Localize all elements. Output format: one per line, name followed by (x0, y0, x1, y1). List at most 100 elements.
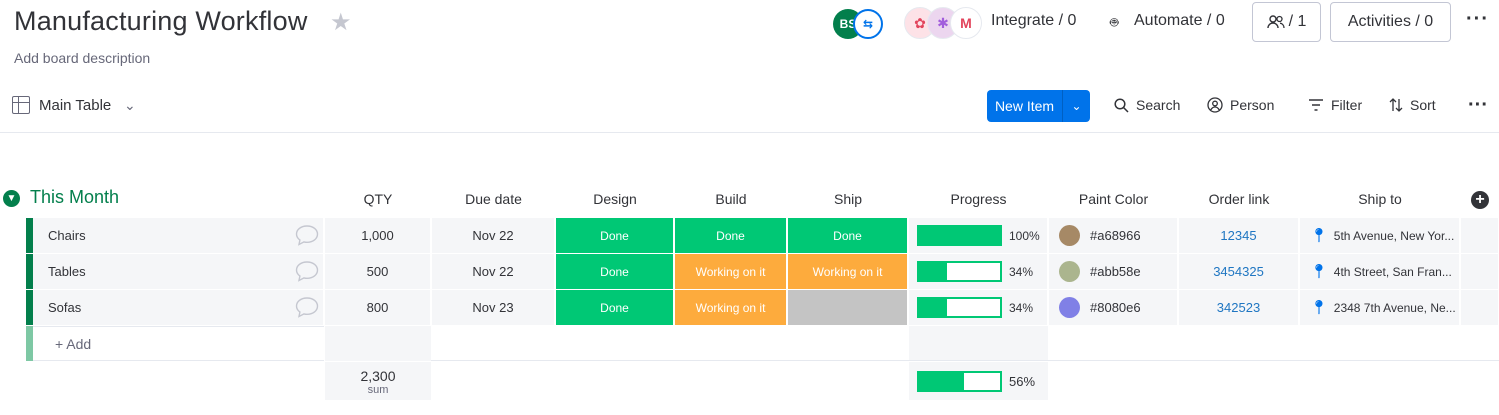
group-collapse-icon[interactable]: ▼ (3, 190, 20, 207)
column-header-due-date[interactable]: Due date (432, 191, 555, 207)
progress-summary: 56% (909, 362, 1048, 400)
group-title[interactable]: This Month (30, 187, 119, 208)
chevron-down-icon[interactable]: ⌄ (1063, 99, 1090, 113)
progress-bar (917, 261, 1002, 282)
qty-cell[interactable]: 1,000 (325, 218, 431, 253)
ship-to-address[interactable]: 4th Street, San Fran... (1334, 265, 1452, 279)
qty-cell[interactable]: 800 (325, 290, 431, 325)
ship-to-address[interactable]: 5th Avenue, New Yor... (1334, 229, 1455, 243)
due-date-cell[interactable]: Nov 22 (432, 254, 555, 289)
paint-color-value: #8080e6 (1090, 300, 1141, 315)
board-title[interactable]: Manufacturing Workflow (14, 6, 308, 37)
qty-sum-label: sum (367, 384, 389, 396)
group-color-bar (26, 254, 33, 289)
build-status-cell[interactable]: Working on it (675, 254, 787, 289)
paint-color-cell[interactable]: #a68966 (1049, 218, 1178, 253)
progress-cell: 34% (909, 290, 1048, 325)
add-item-input[interactable]: + Add (33, 326, 324, 361)
paint-color-cell[interactable]: #8080e6 (1049, 290, 1178, 325)
progress-bar (917, 225, 1002, 246)
toolbar-divider (0, 132, 1499, 133)
item-name[interactable]: Chairs (48, 228, 86, 243)
order-link[interactable]: 3454325 (1179, 254, 1299, 289)
design-status-cell[interactable]: Done (556, 290, 674, 325)
add-column-icon[interactable]: + (1471, 191, 1489, 209)
members-button[interactable]: / 1 (1252, 2, 1321, 42)
ship-status-cell[interactable]: Working on it (788, 254, 908, 289)
build-status-cell[interactable]: Working on it (675, 290, 787, 325)
sort-icon (1389, 98, 1403, 112)
due-date-cell[interactable]: Nov 23 (432, 290, 555, 325)
chevron-down-icon[interactable]: ⌄ (124, 97, 136, 114)
filter-button[interactable]: Filter (1308, 97, 1362, 113)
column-header-ship-to[interactable]: Ship to (1300, 191, 1460, 207)
item-name[interactable]: Sofas (48, 300, 81, 315)
more-options-icon[interactable]: ··· (1468, 94, 1488, 117)
more-options-icon[interactable]: ··· (1466, 8, 1489, 31)
search-icon (1114, 97, 1129, 113)
add-item-row: + Add (26, 326, 1499, 361)
column-header-ship[interactable]: Ship (788, 191, 908, 207)
empty-cell (1461, 218, 1499, 253)
paint-color-cell[interactable]: #abb58e (1049, 254, 1178, 289)
paint-color-value: #a68966 (1090, 228, 1141, 243)
board-description[interactable]: Add board description (14, 50, 150, 66)
qty-cell[interactable]: 500 (325, 254, 431, 289)
column-header-progress[interactable]: Progress (909, 191, 1048, 207)
comment-icon[interactable] (295, 296, 319, 318)
automate-button[interactable]: Automate / 0 (1134, 12, 1225, 30)
activities-button[interactable]: Activities / 0 (1330, 2, 1451, 42)
column-header-build[interactable]: Build (675, 191, 787, 207)
table-icon (12, 96, 30, 114)
new-item-label[interactable]: New Item (987, 98, 1062, 114)
comment-icon[interactable] (295, 224, 319, 246)
item-name-cell[interactable]: Sofas (33, 290, 324, 325)
search-button[interactable]: Search (1114, 97, 1180, 113)
design-status-cell[interactable]: Done (556, 254, 674, 289)
progress-value: 100% (1009, 228, 1040, 243)
order-link[interactable]: 342523 (1179, 290, 1299, 325)
group-color-bar (26, 218, 33, 253)
table-row: Tables 500 Nov 22 Done Working on it Wor… (26, 254, 1499, 289)
item-name[interactable]: Tables (48, 264, 86, 279)
item-name-cell[interactable]: Chairs (33, 218, 324, 253)
new-item-button[interactable]: New Item ⌄ (987, 90, 1090, 122)
qty-sum-value: 2,300 (360, 368, 396, 384)
ship-to-cell[interactable]: 📍︎ 4th Street, San Fran... (1300, 254, 1460, 289)
comment-icon[interactable] (295, 260, 319, 282)
progress-summary-bar (917, 370, 1002, 392)
view-selector[interactable]: Main Table (39, 97, 111, 114)
table-row: Sofas 800 Nov 23 Done Working on it 34% … (26, 290, 1499, 325)
design-status-cell[interactable]: Done (556, 218, 674, 253)
item-name-cell[interactable]: Tables (33, 254, 324, 289)
progress-summary-fill (919, 372, 965, 390)
star-icon[interactable]: ★ (330, 10, 356, 36)
color-swatch (1059, 297, 1080, 318)
people-icon (1266, 15, 1285, 29)
sort-button[interactable]: Sort (1389, 97, 1436, 113)
progress-fill (919, 263, 947, 280)
color-swatch (1059, 225, 1080, 246)
person-filter-button[interactable]: Person (1207, 97, 1274, 113)
due-date-cell[interactable]: Nov 22 (432, 218, 555, 253)
ship-to-cell[interactable]: 📍︎ 2348 7th Avenue, Ne... (1300, 290, 1460, 325)
filter-icon (1309, 99, 1323, 111)
column-header-design[interactable]: Design (556, 191, 674, 207)
integrate-button[interactable]: Integrate / 0 (991, 12, 1076, 30)
progress-bar (917, 297, 1002, 318)
ship-to-address[interactable]: 2348 7th Avenue, Ne... (1334, 301, 1456, 315)
gmail-icon[interactable]: M (950, 7, 982, 39)
group-color-bar (26, 290, 33, 325)
column-header-qty[interactable]: QTY (325, 191, 431, 207)
ship-to-cell[interactable]: 📍︎ 5th Avenue, New Yor... (1300, 218, 1460, 253)
build-status-cell[interactable]: Done (675, 218, 787, 253)
order-link[interactable]: 12345 (1179, 218, 1299, 253)
ship-status-cell[interactable] (788, 290, 908, 325)
share-link-icon[interactable]: ⇆ (853, 9, 883, 39)
progress-cell: 34% (909, 254, 1048, 289)
progress-value: 34% (1009, 264, 1034, 279)
column-header-paint-color[interactable]: Paint Color (1049, 191, 1178, 207)
progress-summary-value: 56% (1009, 373, 1036, 389)
column-header-order-link[interactable]: Order link (1179, 191, 1299, 207)
ship-status-cell[interactable]: Done (788, 218, 908, 253)
